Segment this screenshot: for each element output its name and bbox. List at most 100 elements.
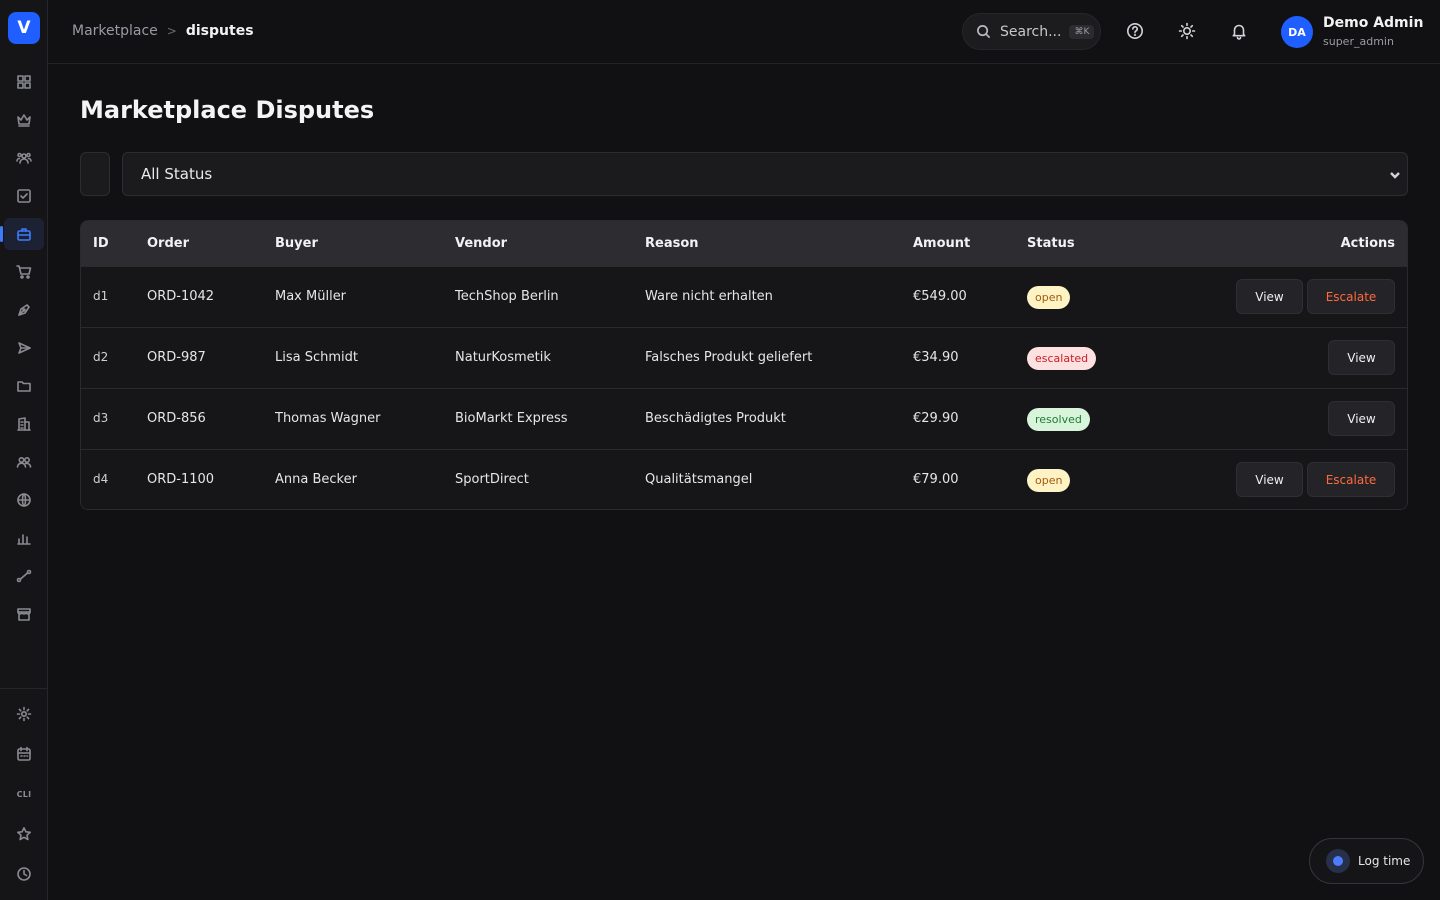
col-order: Order <box>147 236 189 251</box>
table-row: d3 ORD-856 Thomas Wagner BioMarkt Expres… <box>81 388 1407 449</box>
bell-icon <box>1232 24 1246 40</box>
log-time-button[interactable]: Log time <box>1309 838 1424 884</box>
crown-icon <box>17 114 31 127</box>
view-button[interactable]: View <box>1236 462 1303 497</box>
pen-tool-icon <box>18 304 30 316</box>
table-header: ID Order Buyer Vendor Reason Amount Stat… <box>81 221 1407 266</box>
nav-users-group[interactable] <box>4 142 44 174</box>
store-icon <box>17 608 31 621</box>
nav-calendar[interactable] <box>4 738 44 770</box>
nav-send[interactable] <box>4 332 44 364</box>
status-badge: escalated <box>1027 347 1097 370</box>
route-icon <box>16 569 32 583</box>
nav-history[interactable] <box>4 858 44 890</box>
top-header: Marketplace > disputes Search... ⌘K DA D… <box>48 0 1440 64</box>
table-row: d4 ORD-1100 Anna Becker SportDirect Qual… <box>81 449 1407 509</box>
breadcrumb-parent[interactable]: Marketplace <box>72 23 158 39</box>
breadcrumb-current: disputes <box>185 23 254 39</box>
col-buyer: Buyer <box>275 236 318 251</box>
view-button[interactable]: View <box>1328 401 1395 436</box>
cell-amount: €549.00 <box>913 289 967 304</box>
app-logo[interactable]: V <box>8 12 40 44</box>
cell-vendor: BioMarkt Express <box>455 411 568 426</box>
cell-reason: Falsches Produkt geliefert <box>645 350 813 365</box>
table-row: d1 ORD-1042 Max Müller TechShop Berlin W… <box>81 266 1407 327</box>
nav-route[interactable] <box>4 560 44 592</box>
cli-label: CLI <box>16 789 32 799</box>
filter-toggle-button[interactable] <box>80 152 110 196</box>
col-status: Status <box>1027 236 1075 251</box>
clock-icon <box>17 867 31 881</box>
cell-order: ORD-1100 <box>147 472 215 487</box>
nav-building[interactable] <box>4 408 44 440</box>
globe-icon <box>17 493 31 507</box>
nav-settings[interactable] <box>4 698 44 730</box>
cell-id: d2 <box>93 350 109 364</box>
nav-cart[interactable] <box>4 256 44 288</box>
page-title: Marketplace Disputes <box>80 96 375 124</box>
calendar-icon <box>17 746 31 761</box>
col-vendor: Vendor <box>455 236 508 251</box>
nav-globe[interactable] <box>4 484 44 516</box>
nav-crown[interactable] <box>4 104 44 136</box>
gear-icon <box>16 706 32 722</box>
cell-vendor: TechShop Berlin <box>455 289 559 304</box>
status-filter-select[interactable]: All Status <box>122 152 1408 196</box>
nav-design[interactable] <box>4 294 44 326</box>
col-id: ID <box>93 236 109 251</box>
cell-order: ORD-1042 <box>147 289 215 304</box>
col-actions: Actions <box>1340 236 1395 251</box>
user-name[interactable]: Demo Admin <box>1323 15 1423 31</box>
chevron-down-icon <box>1390 172 1400 179</box>
nav-favorites[interactable] <box>4 818 44 850</box>
escalate-button[interactable]: Escalate <box>1307 462 1395 497</box>
star-icon <box>17 827 31 841</box>
table-row: d2 ORD-987 Lisa Schmidt NaturKosmetik Fa… <box>81 327 1407 388</box>
nav-dashboard[interactable] <box>4 66 44 98</box>
cell-reason: Ware nicht erhalten <box>645 289 773 304</box>
cell-id: d4 <box>93 472 109 486</box>
cell-buyer: Lisa Schmidt <box>275 350 358 365</box>
view-button[interactable]: View <box>1236 279 1303 314</box>
escalate-button[interactable]: Escalate <box>1307 279 1395 314</box>
nav-marketplace[interactable] <box>0 218 44 250</box>
cell-buyer: Max Müller <box>275 289 347 304</box>
col-reason: Reason <box>645 236 699 251</box>
search-placeholder: Search... <box>1000 23 1062 40</box>
dashboard-grid-icon <box>17 75 31 89</box>
help-button[interactable] <box>1124 20 1146 42</box>
nav-analytics[interactable] <box>4 522 44 554</box>
status-badge: open <box>1027 469 1071 492</box>
theme-toggle-button[interactable] <box>1176 20 1198 42</box>
cart-icon <box>16 265 32 279</box>
nav-store[interactable] <box>4 598 44 630</box>
cell-id: d3 <box>93 411 109 425</box>
user-role: super_admin <box>1323 35 1394 48</box>
breadcrumb-separator: > <box>166 24 177 38</box>
breadcrumb: Marketplace > disputes <box>72 23 254 39</box>
sidebar: V CLI <box>0 0 48 900</box>
building-icon <box>17 417 31 431</box>
folder-icon <box>17 381 31 392</box>
log-time-label: Log time <box>1358 854 1411 868</box>
col-amount: Amount <box>913 236 971 251</box>
status-badge: resolved <box>1027 408 1090 431</box>
avatar[interactable]: DA <box>1281 16 1313 48</box>
cell-reason: Beschädigtes Produkt <box>645 411 786 426</box>
disputes-table: ID Order Buyer Vendor Reason Amount Stat… <box>80 220 1408 510</box>
view-button[interactable]: View <box>1328 340 1395 375</box>
cell-amount: €34.90 <box>913 350 959 365</box>
cell-buyer: Thomas Wagner <box>275 411 381 426</box>
search-button[interactable]: Search... ⌘K <box>962 13 1101 50</box>
nav-folder[interactable] <box>4 370 44 402</box>
nav-tasks[interactable] <box>4 180 44 212</box>
nav-cli[interactable]: CLI <box>4 778 44 810</box>
checkbox-icon <box>17 189 31 203</box>
status-badge: open <box>1027 286 1071 309</box>
people-icon <box>16 456 32 468</box>
nav-people[interactable] <box>4 446 44 478</box>
send-icon <box>18 342 31 354</box>
help-icon <box>1127 23 1143 39</box>
cell-amount: €29.90 <box>913 411 959 426</box>
notifications-button[interactable] <box>1228 20 1250 42</box>
